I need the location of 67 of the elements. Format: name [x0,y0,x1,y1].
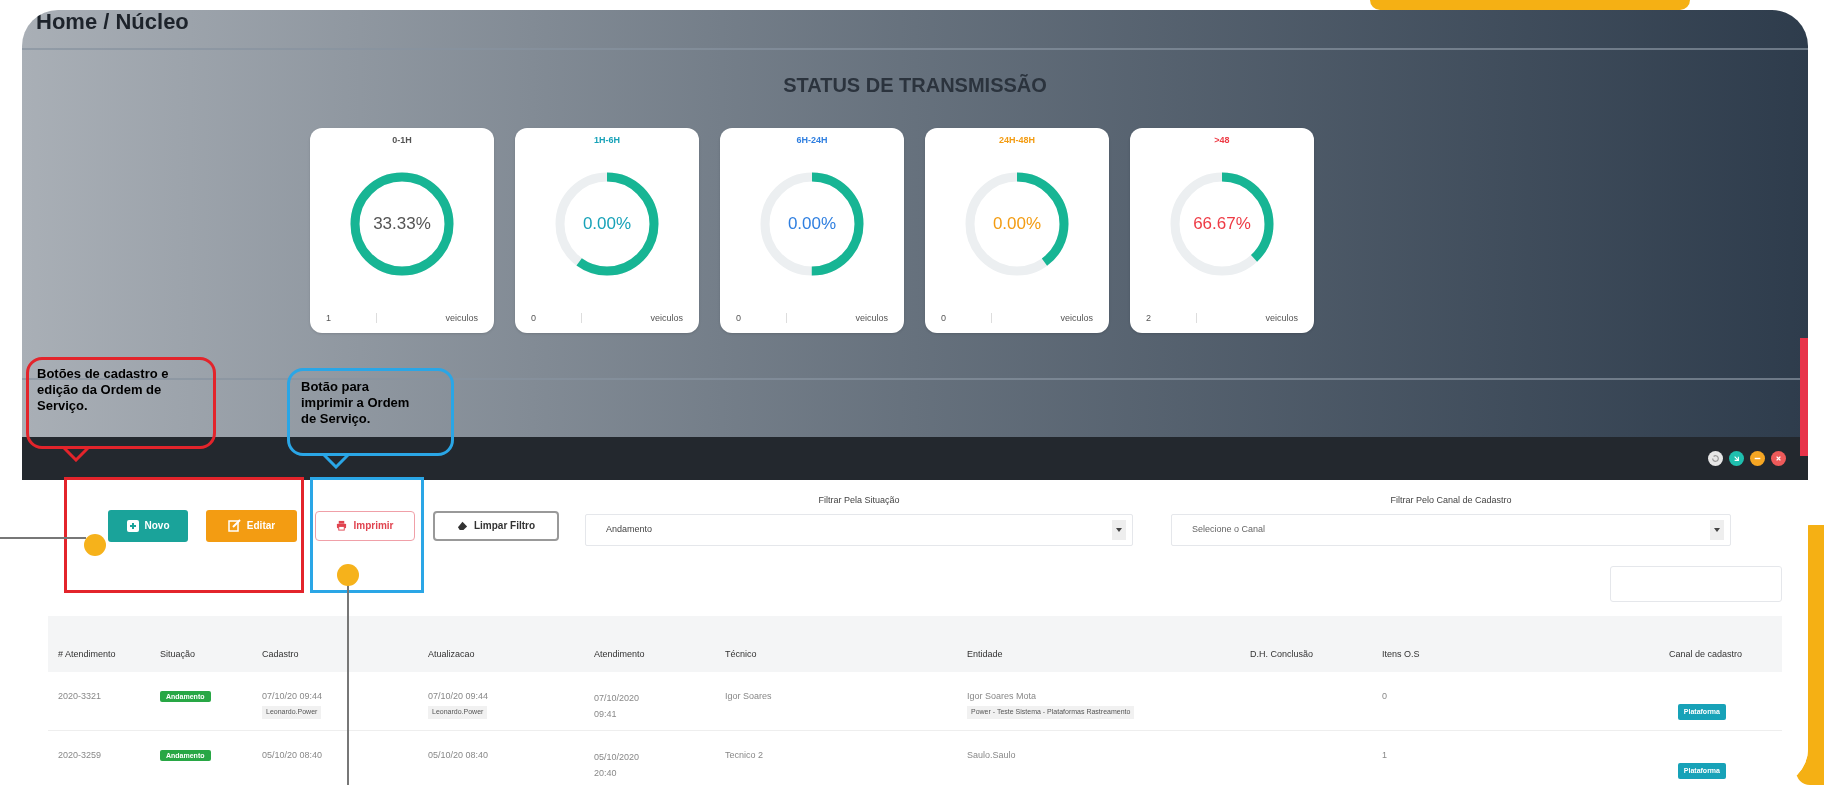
table-cell: 07/10/20 09:44 [262,689,323,703]
clear-filter-button[interactable]: Limpar Filtro [433,510,559,541]
table-cell-text: 05/10/2020 20:40 [594,750,641,780]
percent-value: 0.00% [787,212,837,235]
minimize-icon[interactable] [1750,451,1765,466]
column-header: Situação [160,648,197,661]
unit-label: veiculos [1060,311,1093,325]
table-cell-text: 2020-3321 [58,689,103,703]
percent-value: 0.00% [582,212,632,235]
caret-icon [1714,527,1720,532]
column-header: # Atendimento [58,648,117,661]
table-cell-text: Igor Soares [725,689,773,703]
table-cell-text: 1 [1382,748,1388,762]
card-label: 6H-24H [796,134,828,147]
filter-dropdown[interactable]: Andamento [585,513,1133,546]
panel-title: STATUS DE TRANSMISSÃO [783,73,1047,98]
column-header: Técnico [725,648,758,661]
print-button[interactable]: Imprimir [315,510,415,541]
column-header: Entidade [967,648,1004,661]
card-label: 24H-48H [999,134,1035,147]
callout-tail [322,453,350,469]
table-cell: 05/10/20 08:40 [428,748,489,762]
card-label: 0-1H [392,134,412,147]
close-icon[interactable] [1771,451,1786,466]
vehicle-count: 0 [736,311,742,325]
unit-label: veiculos [650,311,683,325]
table-cell: Saulo.Saulo [967,748,1016,762]
card-label: >48 [1214,134,1230,147]
table-cell-text: 07/10/2020 09:41 [594,691,641,721]
column-header: Canal de cadastro [1667,648,1743,661]
unit-label: veiculos [1265,311,1298,325]
table-cell: 07/10/20 09:44 [428,689,489,703]
eraser-icon [456,520,468,531]
column-header: D.H. Conclusão [1250,648,1315,661]
edit-icon [227,519,241,532]
unit-label: veiculos [855,311,888,325]
column-header: Atualizacao [428,648,476,661]
expand-icon[interactable] [1729,451,1744,466]
filter-dropdown[interactable]: Selecione o Canal [1171,513,1731,546]
table-cell-text: 0 [1382,689,1388,703]
printer-icon [336,520,348,531]
table-cell-text: 2020-3259 [58,748,103,762]
column-header: Cadastro [262,648,300,661]
plus-square-icon [126,519,139,532]
annotation-callout: Botão para imprimir a Ordem de Serviço. [287,368,454,456]
caret-icon [1116,527,1122,532]
filter-label: Filtrar Pelo Canal de Cadastro [1390,494,1512,507]
search-field[interactable] [1610,565,1782,602]
breadcrumb: Home / Núcleo [35,10,190,36]
filter-label: Filtrar Pela Situação [818,494,900,507]
callout-tail [62,446,90,462]
vehicle-count: 1 [326,311,332,325]
refresh-icon[interactable] [1708,451,1723,466]
vehicle-count: 0 [941,311,947,325]
card-label: 1H-6H [594,134,620,147]
vehicle-count: 0 [531,311,537,325]
table-cell: 05/10/20 08:40 [262,748,323,762]
percent-value: 66.67% [1193,212,1251,235]
vehicle-count: 2 [1146,311,1152,325]
annotation-callout: Botões de cadastro e edição da Ordem de Serviço. [26,357,216,449]
unit-label: veiculos [445,311,478,325]
table-cell-text: Tecnico 2 [725,748,765,762]
percent-value: 0.00% [992,212,1042,235]
percent-value: 33.33% [373,212,431,235]
column-header: Itens O.S [1382,648,1421,661]
column-header: Atendimento [594,648,646,661]
table-cell: Igor Soares Mota [967,689,1037,703]
